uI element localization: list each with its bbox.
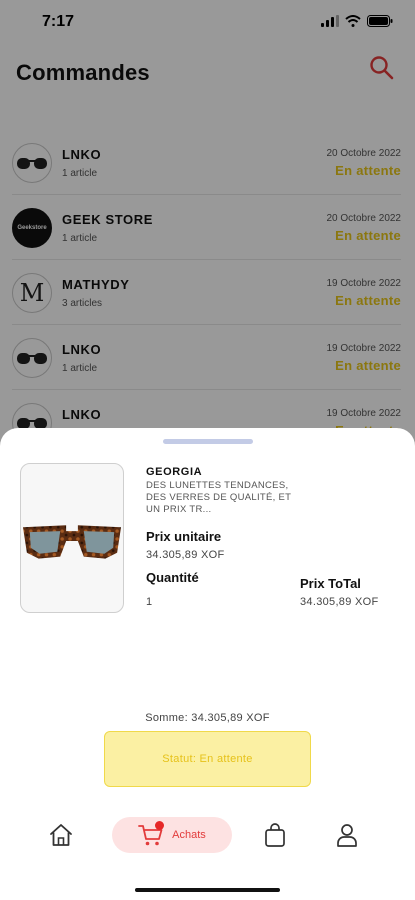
- tab-achats[interactable]: Achats: [112, 817, 232, 853]
- order-detail-sheet: GEORGIA DES LUNETTES TENDANCES, DES VERR…: [0, 428, 415, 900]
- quantity-label: Quantité: [146, 570, 199, 585]
- bag-icon: [265, 823, 285, 847]
- unit-price-label: Prix unitaire: [146, 529, 222, 544]
- tab-achats-label: Achats: [172, 829, 206, 841]
- order-sum: Somme: 34.305,89 XOF: [145, 712, 270, 724]
- total-price-label: Prix ToTal: [300, 576, 361, 591]
- product-name: GEORGIA: [146, 466, 203, 478]
- sunglasses-product-icon: [22, 525, 122, 559]
- product-description: DES LUNETTES TENDANCES, DES VERRES DE QU…: [146, 480, 292, 515]
- tab-profile[interactable]: [333, 817, 361, 853]
- home-icon: [50, 824, 72, 846]
- sheet-drag-handle[interactable]: [163, 439, 253, 444]
- tab-home[interactable]: [46, 817, 76, 853]
- bottom-tab-bar: Achats: [0, 817, 415, 857]
- unit-price-value: 34.305,89 XOF: [146, 549, 225, 561]
- cart-icon-wrap: [138, 821, 165, 847]
- total-price-value: 34.305,89 XOF: [300, 596, 379, 608]
- tab-bag[interactable]: [261, 817, 289, 853]
- order-status-badge: Statut: En attente: [104, 731, 311, 787]
- quantity-value: 1: [146, 596, 153, 608]
- product-image: [20, 463, 124, 613]
- profile-icon: [337, 824, 357, 847]
- home-indicator: [135, 888, 280, 892]
